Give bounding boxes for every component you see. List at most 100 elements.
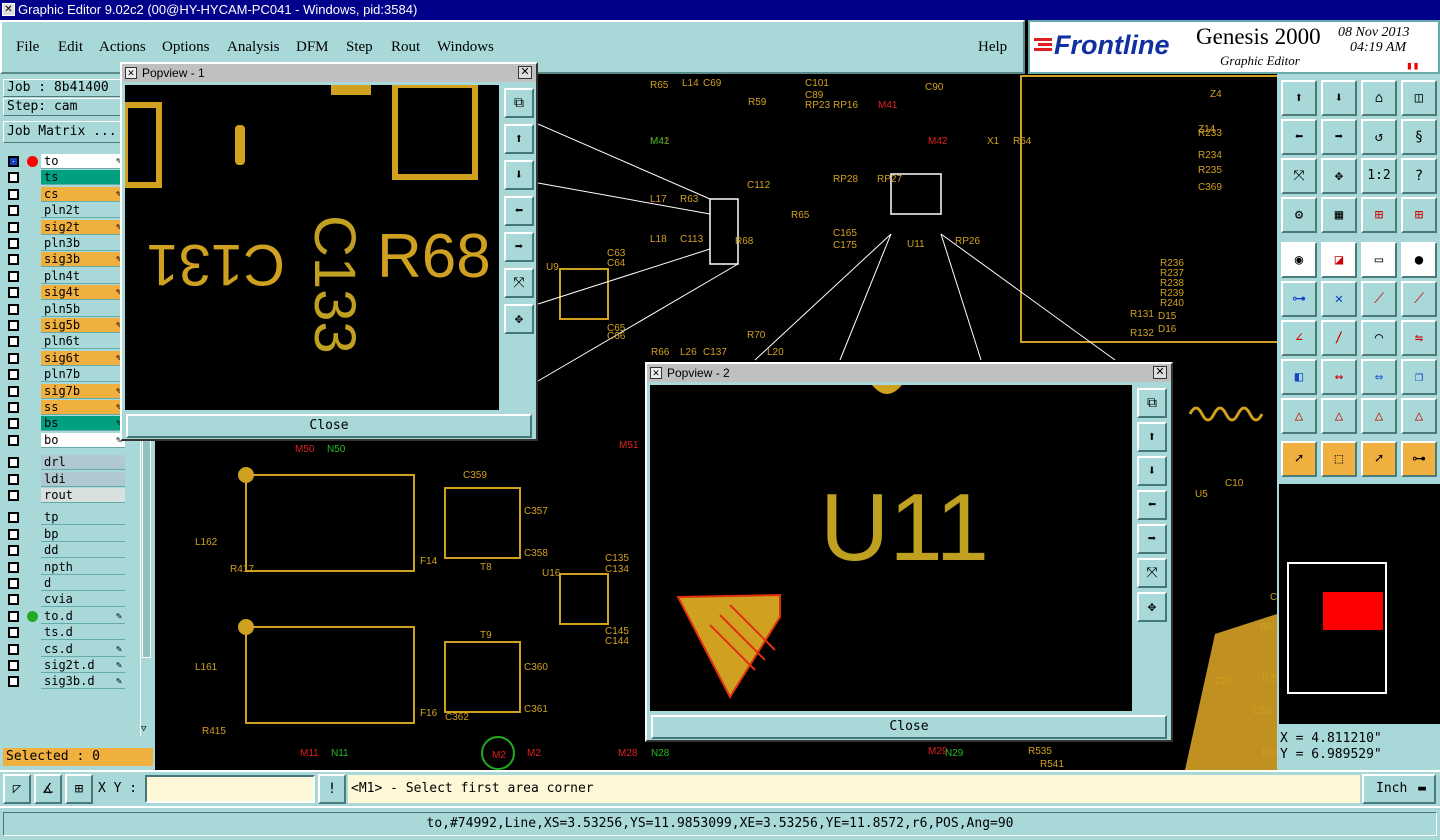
menu-edit[interactable]: Edit: [58, 39, 83, 56]
connect-icon[interactable]: ⊶: [1401, 441, 1437, 477]
redraw-icon[interactable]: ↺: [1361, 119, 1397, 155]
pan-up-icon[interactable]: ⬆: [1137, 422, 1167, 452]
layer-name[interactable]: pln5b: [41, 301, 125, 317]
zoom-area-icon[interactable]: ◸: [3, 774, 31, 804]
layer-row-bs[interactable]: bs ✎: [3, 416, 125, 432]
layer-row-sig5b[interactable]: sig5b ✎: [3, 318, 125, 333]
layer-row-bo[interactable]: bo ✎: [3, 432, 125, 448]
zoom-out-icon[interactable]: ⤧: [504, 268, 534, 298]
pad-icon[interactable]: ◧: [1281, 359, 1317, 395]
scale-1-2-icon[interactable]: 1:2: [1361, 158, 1397, 194]
layer-checkbox[interactable]: [8, 676, 19, 688]
layer-name[interactable]: pln6t: [41, 334, 125, 350]
layer-checkbox[interactable]: [8, 369, 19, 381]
layer-checkbox[interactable]: [8, 578, 19, 589]
pan-down-icon[interactable]: ⬇: [1321, 80, 1357, 116]
layer-name[interactable]: sig4t ✎: [41, 285, 125, 301]
layer-name[interactable]: sig2t.d ✎: [41, 658, 125, 673]
layer-checkbox[interactable]: [8, 205, 19, 217]
layer-checkbox[interactable]: [8, 287, 19, 299]
layer-row-ts-d[interactable]: ts.d: [3, 625, 125, 641]
layer-name[interactable]: to ✎: [41, 154, 125, 169]
layer-name[interactable]: pln3b: [41, 236, 125, 251]
home-icon[interactable]: ⌂: [1361, 80, 1397, 116]
window-split-icon[interactable]: ◫: [1401, 80, 1437, 116]
layer-checkbox[interactable]: [8, 627, 19, 639]
layer-row-sig2t-d[interactable]: sig2t.d ✎: [3, 658, 125, 673]
pan-left-icon[interactable]: ⬅: [1137, 490, 1167, 520]
popview-2-canvas[interactable]: U11: [650, 385, 1132, 711]
zoom-in-icon[interactable]: ✥: [504, 304, 534, 334]
layer-row-to[interactable]: to ✎: [3, 154, 125, 169]
polygon-icon[interactable]: △: [1281, 398, 1317, 434]
pan-up-icon[interactable]: ⬆: [504, 124, 534, 154]
zoom-home-icon[interactable]: ⧉: [504, 88, 534, 118]
popview-1-close-button[interactable]: Close: [126, 414, 532, 438]
mirror-icon[interactable]: ⇋: [1401, 320, 1437, 356]
popview-1-canvas[interactable]: C131 C133 R68: [125, 85, 499, 410]
layer-name[interactable]: pln4t: [41, 268, 125, 284]
grid-icon[interactable]: ▦: [1321, 197, 1357, 233]
layer-row-sig3b[interactable]: sig3b ✎: [3, 252, 125, 268]
layer-name[interactable]: sig7b ✎: [41, 383, 125, 399]
measure-angle-icon[interactable]: ∡: [34, 774, 62, 804]
layer-checkbox[interactable]: [8, 434, 19, 446]
layer-row-cvia[interactable]: cvia: [3, 592, 125, 608]
pan-left-icon[interactable]: ⬅: [1281, 119, 1317, 155]
zoom-in-icon[interactable]: ✥: [1137, 592, 1167, 622]
layer-row-rout[interactable]: rout: [3, 488, 125, 503]
units-select[interactable]: Inch ▬: [1362, 774, 1436, 804]
layer-red-2-icon[interactable]: ⊞: [1401, 197, 1437, 233]
layer-name[interactable]: drl: [41, 455, 125, 471]
popview-2-close-button[interactable]: Close: [651, 715, 1167, 739]
layer-checkbox[interactable]: [8, 418, 19, 430]
ruler-icon[interactable]: ▭: [1361, 242, 1397, 278]
layer-name[interactable]: ss ✎: [41, 400, 125, 415]
polygon-3-icon[interactable]: △: [1361, 398, 1397, 434]
layer-row-drl[interactable]: drl: [3, 455, 125, 471]
pan-right-icon[interactable]: ➡: [1137, 524, 1167, 554]
layer-name[interactable]: cvia: [41, 592, 125, 608]
layer-checkbox[interactable]: [8, 490, 19, 501]
layer-row-npth[interactable]: npth: [3, 559, 125, 575]
overview-map[interactable]: [1279, 484, 1440, 724]
close-icon[interactable]: ✕: [518, 66, 532, 79]
layer-checkbox[interactable]: [8, 473, 19, 485]
menu-help[interactable]: Help: [978, 39, 1007, 56]
layer-name[interactable]: dd: [41, 543, 125, 559]
popview-2-titlebar[interactable]: ✕ Popview - 2 ✕: [647, 364, 1171, 382]
layer-row-pln7b[interactable]: pln7b: [3, 367, 125, 383]
menu-step[interactable]: Step: [346, 39, 373, 56]
layer-checkbox[interactable]: [8, 270, 19, 282]
cross-icon[interactable]: ✕: [1321, 281, 1357, 317]
layer-name[interactable]: bs ✎: [41, 416, 125, 432]
layer-row-ss[interactable]: ss ✎: [3, 400, 125, 415]
layer-checkbox[interactable]: [8, 238, 19, 249]
popview-1-titlebar[interactable]: ✕ Popview - 1 ✕: [122, 64, 536, 82]
menu-rout[interactable]: Rout: [391, 39, 420, 56]
scroll-down-icon[interactable]: ▽: [141, 724, 146, 734]
layer-row-ldi[interactable]: ldi: [3, 471, 125, 487]
layer-name[interactable]: ldi: [41, 471, 125, 487]
stretch-icon[interactable]: ↔: [1321, 359, 1357, 395]
layer-checkbox[interactable]: [8, 643, 19, 655]
layer-checkbox[interactable]: [8, 660, 19, 671]
layer-checkbox[interactable]: [8, 561, 19, 573]
layer-row-dd[interactable]: dd: [3, 543, 125, 559]
copy-icon[interactable]: ❐: [1401, 359, 1437, 395]
close-icon[interactable]: ✕: [1153, 366, 1167, 379]
layer-name[interactable]: sig3b ✎: [41, 252, 125, 268]
pan-right-icon[interactable]: ➡: [504, 232, 534, 262]
layer-checkbox[interactable]: [8, 610, 19, 622]
layer-name[interactable]: cs.d ✎: [41, 641, 125, 657]
pan-left-icon[interactable]: ⬅: [504, 196, 534, 226]
layer-name[interactable]: npth: [41, 559, 125, 575]
help-icon[interactable]: ?: [1401, 158, 1437, 194]
menu-options[interactable]: Options: [162, 39, 210, 56]
menu-actions[interactable]: Actions: [99, 39, 146, 56]
layer-checkbox[interactable]: [8, 188, 19, 200]
resize-icon[interactable]: ⇔: [1361, 359, 1397, 395]
layer-checkbox[interactable]: [8, 545, 19, 557]
layer-row-pln4t[interactable]: pln4t: [3, 268, 125, 284]
layer-name[interactable]: sig3b.d ✎: [41, 674, 125, 690]
